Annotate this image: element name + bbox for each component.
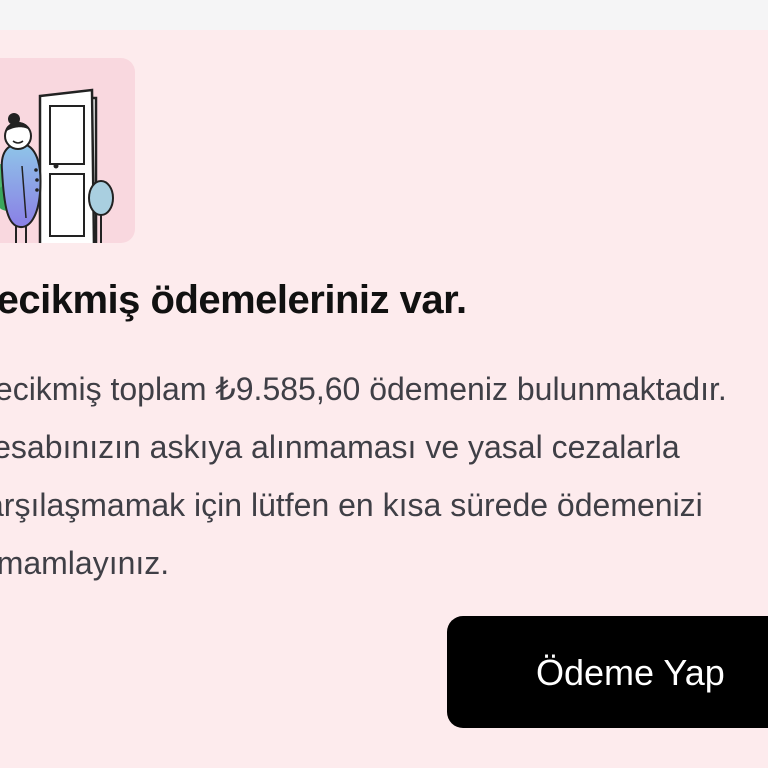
- overdue-payment-card: Gecikmiş ödemeleriniz var. Gecikmiş topl…: [0, 30, 768, 768]
- pay-button-label: Ödeme Yap: [536, 652, 725, 693]
- person-at-door-illustration: [0, 88, 114, 243]
- alert-heading: Gecikmiş ödemeleriniz var.: [0, 278, 467, 322]
- alert-message: Gecikmiş toplam ₺9.585,60 ödemeniz bulun…: [0, 371, 727, 581]
- illustration-container: [0, 58, 135, 243]
- pay-now-button[interactable]: Ödeme Yap: [447, 616, 768, 728]
